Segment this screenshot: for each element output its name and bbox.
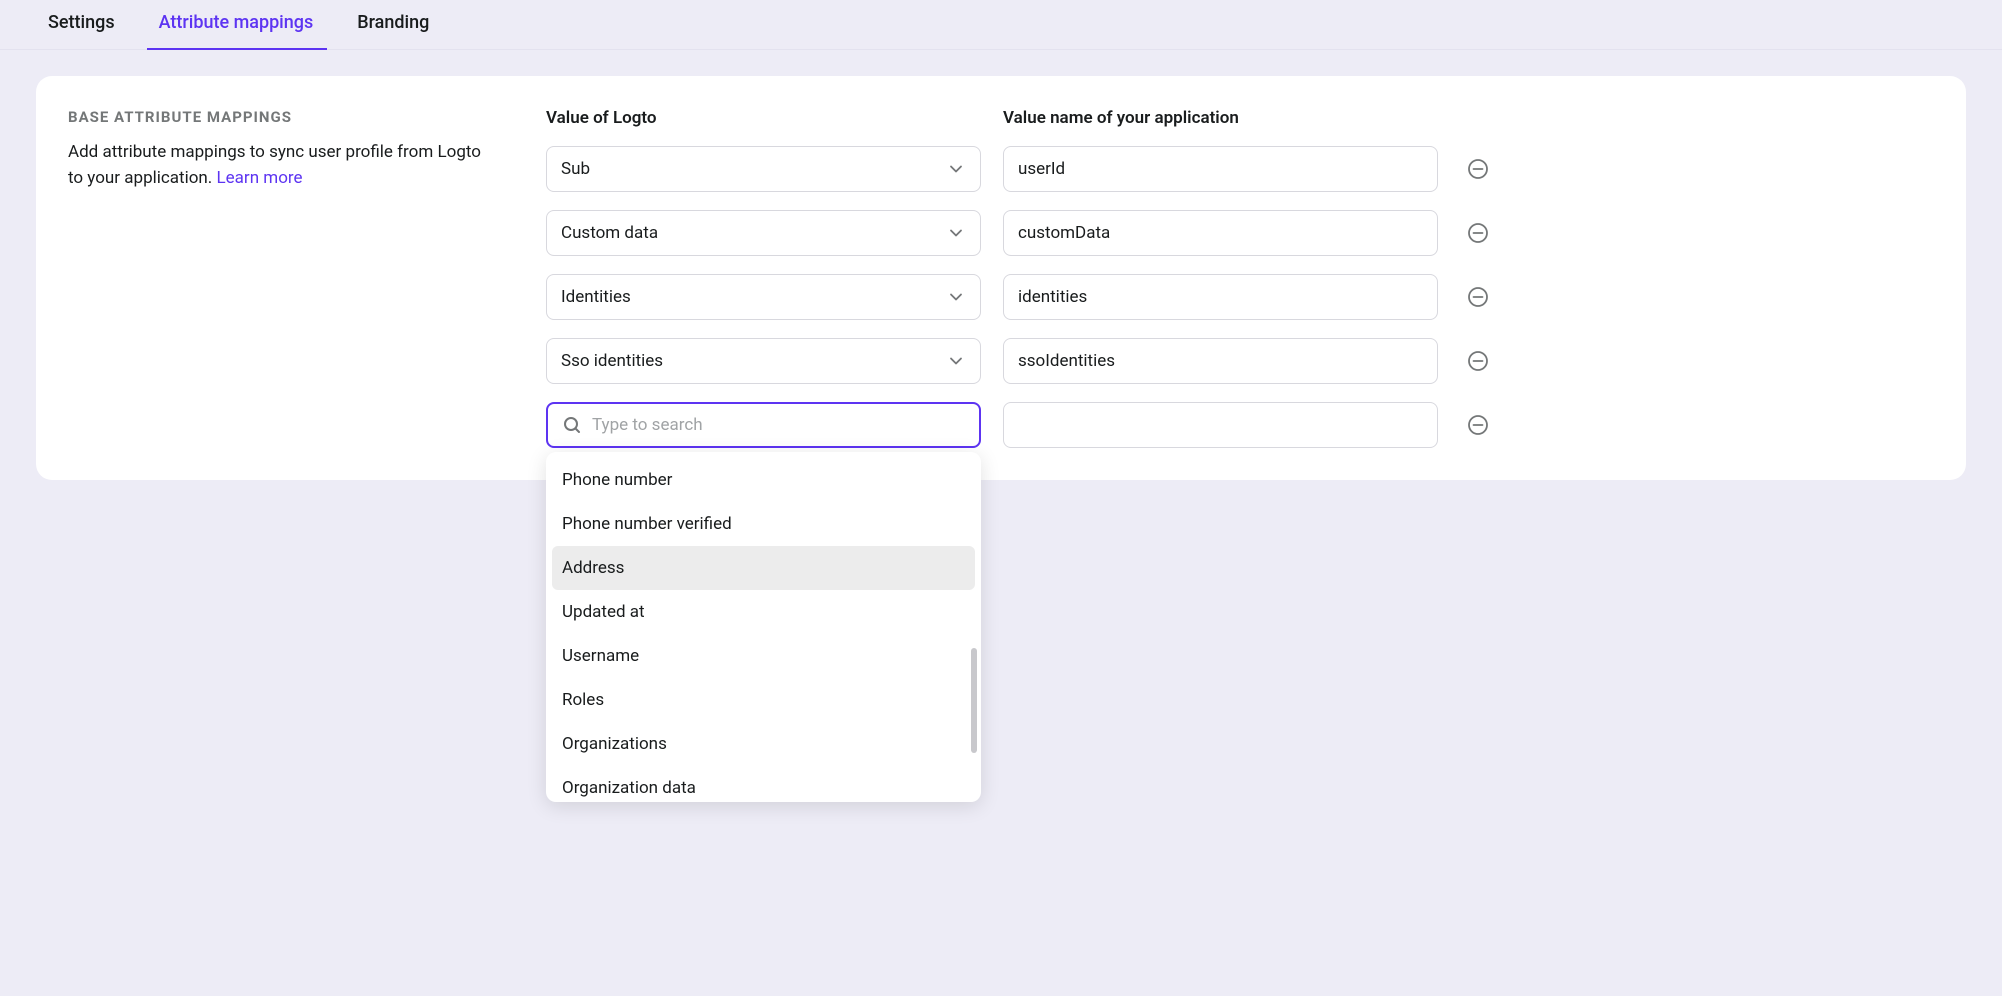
logto-value-select[interactable]: Identities xyxy=(546,274,981,320)
dropdown-option[interactable]: Organizations xyxy=(552,722,975,766)
chevron-down-icon xyxy=(946,159,966,179)
section-title: Base attribute mappings xyxy=(68,108,498,126)
tabs: Settings Attribute mappings Branding xyxy=(0,0,2002,50)
column-header-logto: Value of Logto xyxy=(546,108,981,128)
remove-row-button[interactable] xyxy=(1466,349,1490,373)
scrollbar-thumb[interactable] xyxy=(971,648,977,753)
search-dropdown: Phone number Phone number verified Addre… xyxy=(546,452,981,802)
learn-more-link[interactable]: Learn more xyxy=(217,168,303,188)
tab-attribute-mappings[interactable]: Attribute mappings xyxy=(147,0,328,49)
section-description: Add attribute mappings to sync user prof… xyxy=(68,140,498,191)
dropdown-option[interactable]: Phone number xyxy=(552,458,975,502)
app-value-input[interactable] xyxy=(1003,210,1438,256)
attribute-mappings-panel: Base attribute mappings Add attribute ma… xyxy=(36,76,1966,480)
logto-value-select[interactable]: Sso identities xyxy=(546,338,981,384)
dropdown-option[interactable]: Username xyxy=(552,634,975,678)
search-input[interactable] xyxy=(592,415,965,435)
select-value: Sso identities xyxy=(561,351,663,371)
remove-row-button[interactable] xyxy=(1466,221,1490,245)
minus-circle-icon xyxy=(1467,286,1489,308)
app-value-input[interactable] xyxy=(1003,146,1438,192)
logto-value-select[interactable]: Sub xyxy=(546,146,981,192)
remove-row-button[interactable] xyxy=(1466,413,1490,437)
tab-settings[interactable]: Settings xyxy=(36,0,129,49)
minus-circle-icon xyxy=(1467,414,1489,436)
dropdown-option[interactable]: Address xyxy=(552,546,975,590)
minus-circle-icon xyxy=(1467,158,1489,180)
app-value-input[interactable] xyxy=(1003,402,1438,448)
minus-circle-icon xyxy=(1467,222,1489,244)
select-value: Custom data xyxy=(561,223,658,243)
chevron-down-icon xyxy=(946,287,966,307)
chevron-down-icon xyxy=(946,223,966,243)
logto-value-select[interactable]: Custom data xyxy=(546,210,981,256)
logto-value-search[interactable] xyxy=(546,402,981,448)
dropdown-option[interactable]: Organization data xyxy=(552,766,975,802)
minus-circle-icon xyxy=(1467,350,1489,372)
chevron-down-icon xyxy=(946,351,966,371)
select-value: Identities xyxy=(561,287,631,307)
remove-row-button[interactable] xyxy=(1466,157,1490,181)
dropdown-option[interactable]: Phone number verified xyxy=(552,502,975,546)
app-value-input[interactable] xyxy=(1003,338,1438,384)
dropdown-option[interactable]: Updated at xyxy=(552,590,975,634)
app-value-input[interactable] xyxy=(1003,274,1438,320)
tab-branding[interactable]: Branding xyxy=(345,0,443,49)
search-icon xyxy=(562,415,582,435)
column-header-app: Value name of your application xyxy=(1003,108,1438,128)
dropdown-option[interactable]: Roles xyxy=(552,678,975,722)
remove-row-button[interactable] xyxy=(1466,285,1490,309)
select-value: Sub xyxy=(561,159,590,179)
